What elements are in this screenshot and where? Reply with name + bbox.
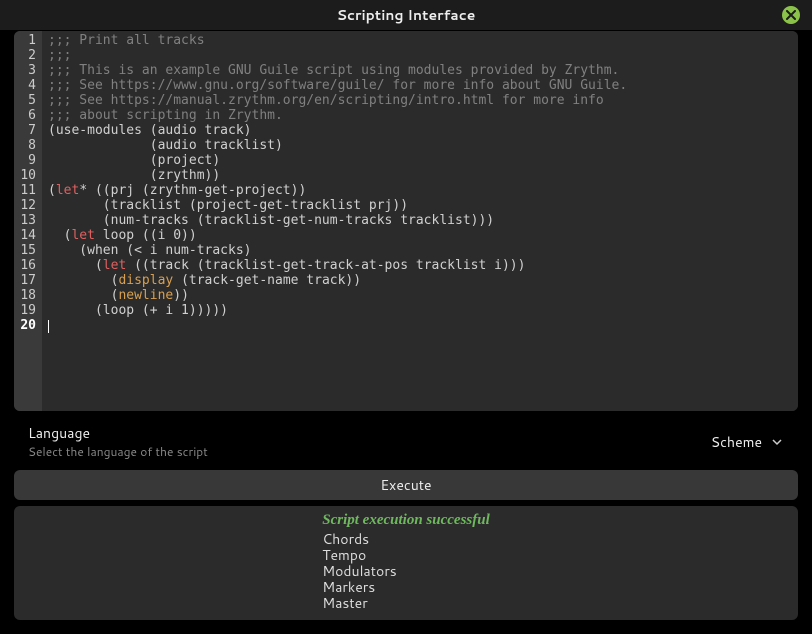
- line-number: 7: [18, 123, 36, 138]
- line-number: 12: [18, 198, 36, 213]
- line-number: 4: [18, 78, 36, 93]
- content-area: 1234567891011121314151617181920 ;;; Prin…: [0, 31, 812, 634]
- code-editor[interactable]: 1234567891011121314151617181920 ;;; Prin…: [14, 31, 798, 411]
- code-line: (num-tracks (tracklist-get-num-tracks tr…: [48, 213, 792, 228]
- line-number: 20: [18, 318, 36, 333]
- code-line: (project): [48, 153, 792, 168]
- line-number: 2: [18, 48, 36, 63]
- code-line: (zrythm)): [48, 168, 792, 183]
- code-line: (let ((track (tracklist-get-track-at-pos…: [48, 258, 792, 273]
- code-line: ;;; Print all tracks: [48, 33, 792, 48]
- line-number: 8: [18, 138, 36, 153]
- code-line: (loop (+ i 1))))): [48, 303, 792, 318]
- line-number: 19: [18, 303, 36, 318]
- line-number: 17: [18, 273, 36, 288]
- code-line: (when (< i num-tracks): [48, 243, 792, 258]
- language-row: Language Select the language of the scri…: [0, 417, 812, 470]
- chevron-down-icon: [772, 437, 782, 447]
- code-line: ;;; See https://www.gnu.org/software/gui…: [48, 78, 792, 93]
- line-number: 15: [18, 243, 36, 258]
- output-panel: Script execution successful ChordsTempoM…: [14, 506, 798, 620]
- code-line: ;;; This is an example GNU Guile script …: [48, 63, 792, 78]
- line-number: 3: [18, 63, 36, 78]
- scripting-window: Scripting Interface 12345678910111213141…: [0, 0, 812, 634]
- code-line: (newline)): [48, 288, 792, 303]
- language-label: Language: [28, 423, 208, 443]
- titlebar: Scripting Interface: [0, 0, 812, 31]
- code-line: ;;; See https://manual.zrythm.org/en/scr…: [48, 93, 792, 108]
- execute-button[interactable]: Execute: [14, 470, 798, 500]
- code-line: (display (track-get-name track)): [48, 273, 792, 288]
- line-number: 10: [18, 168, 36, 183]
- line-number: 5: [18, 93, 36, 108]
- code-line: ;;;: [48, 48, 792, 63]
- output-lines: ChordsTempoModulatorsMarkersMaster: [322, 531, 490, 611]
- code-line: (tracklist (project-get-tracklist prj)): [48, 198, 792, 213]
- code-line: (use-modules (audio track): [48, 123, 792, 138]
- language-label-group: Language Select the language of the scri…: [28, 423, 208, 460]
- line-number: 9: [18, 153, 36, 168]
- execute-label: Execute: [380, 475, 431, 495]
- code-line: [48, 318, 792, 333]
- output-line: Master: [322, 595, 490, 611]
- code-line: (let loop ((i 0)): [48, 228, 792, 243]
- code-area[interactable]: ;;; Print all tracks;;;;;; This is an ex…: [42, 31, 798, 411]
- line-number: 11: [18, 183, 36, 198]
- language-selected: Scheme: [711, 432, 762, 452]
- close-icon: [786, 10, 796, 20]
- line-number: 1: [18, 33, 36, 48]
- code-line: (audio tracklist): [48, 138, 792, 153]
- line-number: 18: [18, 288, 36, 303]
- close-button[interactable]: [782, 6, 800, 24]
- window-title: Scripting Interface: [337, 5, 476, 25]
- line-number: 16: [18, 258, 36, 273]
- code-line: ;;; about scripting in Zrythm.: [48, 108, 792, 123]
- language-select[interactable]: Scheme: [709, 428, 784, 456]
- output-status: Script execution successful: [322, 512, 490, 529]
- caret: [48, 320, 49, 333]
- line-number: 13: [18, 213, 36, 228]
- line-number: 14: [18, 228, 36, 243]
- code-line: (let* ((prj (zrythm-get-project)): [48, 183, 792, 198]
- line-number: 6: [18, 108, 36, 123]
- language-subtitle: Select the language of the script: [28, 443, 208, 460]
- line-gutter: 1234567891011121314151617181920: [14, 31, 42, 411]
